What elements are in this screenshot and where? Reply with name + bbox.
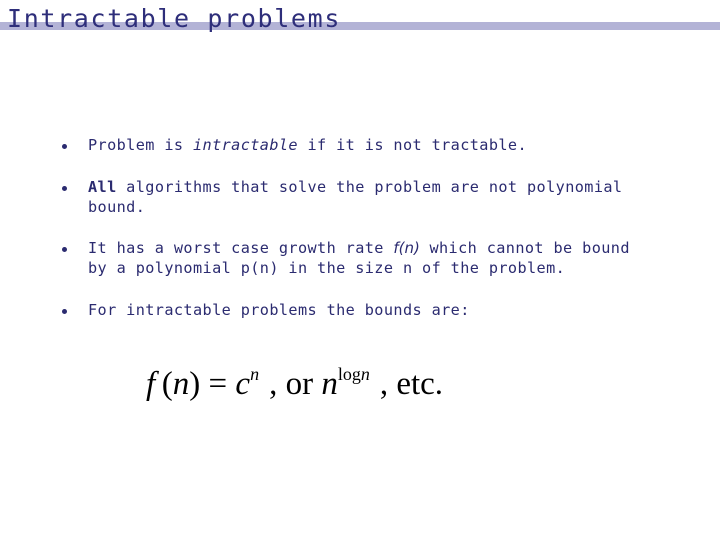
bullet-text-segment: bound. [88,198,146,216]
bullet-text-segment: by a polynomial p(n) in the size n of th… [88,259,566,277]
bullet-dot-icon [62,144,67,149]
slide-title: Intractable problems [7,4,342,33]
formula-base-c: c [235,366,251,402]
all-emphasis: All [88,178,117,196]
formula-function-name: f [146,366,156,402]
formula-base-n: n [321,366,338,402]
bounds-formula: f (n) = cn, or nlogn, etc. [146,364,443,408]
intractable-emphasis: intractable [192,136,298,154]
formula-log-argument: n [360,364,370,384]
bullet-dot-icon [62,247,67,252]
bullet-text: All algorithms that solve the problem ar… [88,177,688,217]
bullet-dot-icon [62,186,67,191]
formula-argument: n [172,366,190,402]
formula-separator: , or [269,366,314,402]
bullet-text-segment: It has a worst case growth rate [88,239,394,257]
formula-paren-close: ) [189,366,201,402]
bullet-text-segment: Problem is [88,136,193,154]
bullet-text-segment: which cannot be bound [419,239,630,257]
formula-log: log [337,364,361,384]
bullet-text-segment: algorithms that solve the problem are no… [116,178,623,196]
bullet-text-segment: For intractable problems the bounds are: [88,301,470,319]
bullet-text-segment: if it is not tractable. [297,136,528,154]
bullet-text: Problem is intractable if it is not trac… [88,135,688,155]
formula-exponent-n: n [250,364,260,384]
formula-paren-open: ( [161,366,173,402]
growth-rate-function: f(n) [393,239,420,257]
bullet-text: For intractable problems the bounds are: [88,300,688,320]
formula-exponent-log-n: logn [338,364,370,384]
bullet-dot-icon [62,309,67,314]
bullet-text: It has a worst case growth rate f(n) whi… [88,238,688,278]
formula-tail: , etc. [379,366,444,402]
formula-equals: = [208,366,228,402]
